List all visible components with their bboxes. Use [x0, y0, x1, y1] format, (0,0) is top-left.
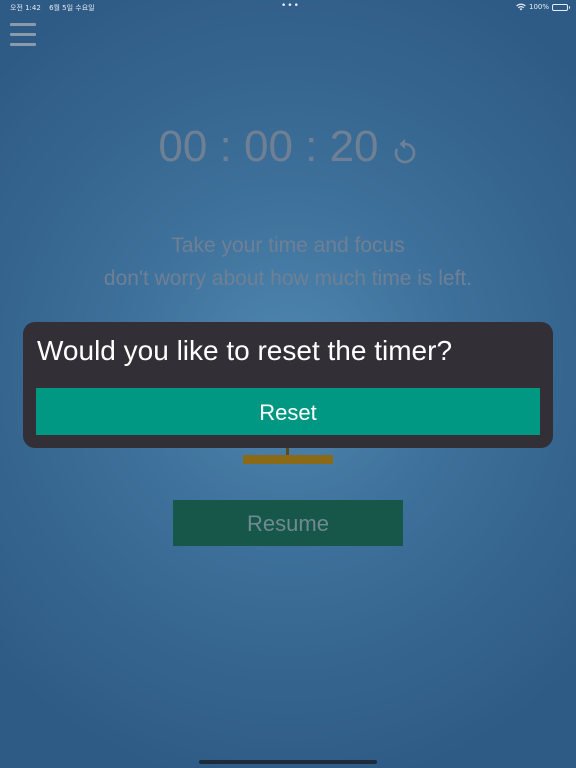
- motivation-line-2: don't worry about how much time is left.: [103, 267, 473, 290]
- status-right: 100%: [516, 3, 570, 11]
- reset-dialog: Would you like to reset the timer? Reset: [23, 322, 553, 448]
- motivation-text: Take your time and focus don't worry abo…: [0, 229, 576, 295]
- wifi-icon: [516, 3, 526, 11]
- home-indicator[interactable]: [199, 760, 377, 764]
- battery-icon: [552, 3, 570, 11]
- multitasking-dots[interactable]: •••: [281, 1, 300, 11]
- status-time: 오전 1:42: [10, 4, 41, 12]
- resume-button[interactable]: Resume: [173, 500, 403, 546]
- battery-percentage: 100%: [528, 3, 549, 11]
- dialog-title: Would you like to reset the timer?: [37, 335, 453, 366]
- reset-button[interactable]: Reset: [36, 388, 540, 435]
- hamburger-menu-icon[interactable]: [10, 23, 36, 46]
- motivation-line-1: Take your time and focus: [171, 234, 405, 257]
- restart-icon[interactable]: [392, 138, 418, 170]
- timer-display: 00 : 00 : 20: [158, 122, 379, 171]
- status-date: 6월 5일 수요일: [49, 4, 95, 12]
- status-bar: 오전 1:42 6월 5일 수요일 ••• 100%: [0, 0, 576, 14]
- timer-row: 00 : 00 : 20: [0, 122, 576, 172]
- status-left: 오전 1:42 6월 5일 수요일: [10, 3, 101, 13]
